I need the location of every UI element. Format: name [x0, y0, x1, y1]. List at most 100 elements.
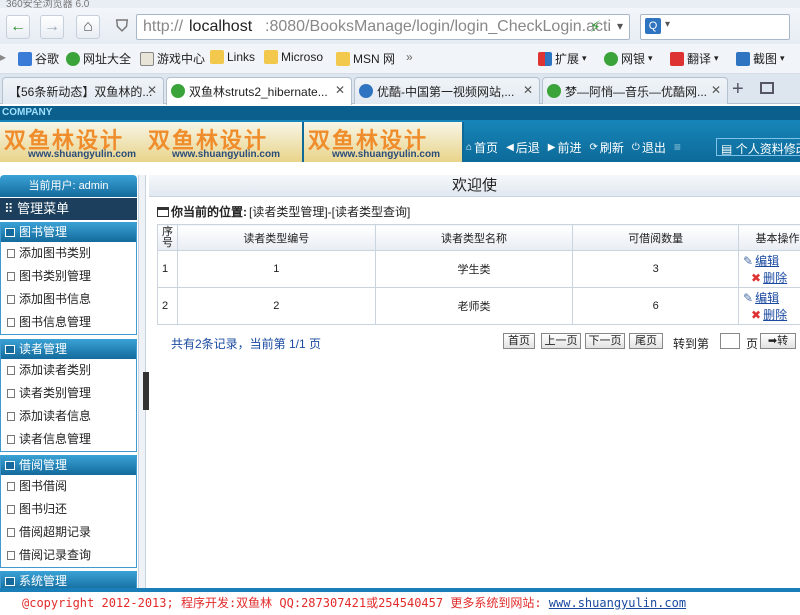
- record-summary: 共有2条记录，当前第 1/1 页: [171, 337, 322, 351]
- favorites-toggle-icon[interactable]: ▸: [0, 50, 6, 64]
- menu-group-header-books[interactable]: 图书管理: [1, 222, 136, 242]
- lightning-icon[interactable]: ⚡: [590, 17, 601, 37]
- sidebar-item-add-book-category[interactable]: 添加图书类别: [1, 242, 136, 265]
- edit-link[interactable]: ✎ 编辑: [743, 252, 800, 269]
- breadcrumb-label: 你当前的位置:: [171, 205, 247, 219]
- sidebar-item-add-book-info[interactable]: 添加图书信息: [1, 288, 136, 311]
- edit-link[interactable]: ✎ 编辑: [743, 289, 800, 306]
- tab-struts-hibernate[interactable]: 双鱼林struts2_hibernate... ✕: [166, 77, 352, 105]
- search-input[interactable]: Q ▾: [640, 14, 790, 40]
- search-icon[interactable]: Q: [645, 18, 661, 34]
- tab-music[interactable]: 梦—阿悄—音乐—优酷网... ✕: [542, 77, 728, 104]
- favorite-microsoft[interactable]: Microso: [264, 50, 323, 64]
- first-page-button[interactable]: 首页: [503, 333, 535, 349]
- search-engine-chevron-icon[interactable]: ▾: [665, 19, 670, 30]
- sidebar-item-book-info-manage[interactable]: 图书信息管理: [1, 311, 136, 334]
- favorite-url-directory[interactable]: 网址大全: [66, 50, 131, 67]
- document-icon: [7, 272, 15, 281]
- screenshot-menu[interactable]: 截图 ▾: [736, 50, 785, 67]
- favorites-more[interactable]: »: [406, 50, 413, 64]
- favorite-links[interactable]: Links: [210, 50, 255, 64]
- tab-dynamic-news[interactable]: 【56条新动态】双鱼林的... ✕: [2, 77, 164, 104]
- favorites-bar: ▸ 谷歌 网址大全 游戏中心 Links Microso MSN 网 » 扩展 ▾…: [0, 44, 800, 74]
- document-icon: [7, 318, 15, 327]
- last-page-button[interactable]: 尾页: [629, 333, 663, 349]
- sidebar-item-borrow-book[interactable]: 图书借阅: [1, 475, 136, 498]
- document-icon: [7, 295, 15, 304]
- nav-refresh-button[interactable]: ⟳ 刷新: [590, 139, 624, 156]
- home-icon: ⌂: [83, 18, 93, 35]
- online-banking-menu[interactable]: 网银 ▾: [604, 50, 653, 67]
- delete-link[interactable]: ✖ 删除: [743, 269, 800, 286]
- cell-operations: ✎ 编辑 ✖ 删除: [738, 250, 800, 288]
- shield-icon: ⛉: [115, 18, 128, 35]
- forward-arrow-icon: →: [44, 18, 60, 35]
- folder-icon: [5, 576, 15, 586]
- cell-no: 1: [157, 250, 178, 288]
- menu-group-readers: 读者管理 添加读者类别 读者类别管理 添加读者信息 读者信息管理: [0, 339, 137, 452]
- menu-group-header-system[interactable]: 系统管理: [1, 571, 136, 588]
- logo-banner-2: 双鱼林设计 www.shuangyulin.com: [144, 122, 304, 162]
- company-banner: COMPANY: [0, 106, 800, 120]
- nav-exit-button[interactable]: ⏻ 退出: [632, 139, 666, 156]
- breadcrumb-path: [读者类型管理]-[读者类型查询]: [249, 205, 411, 219]
- google-icon: [18, 51, 32, 66]
- app-header: COMPANY 双鱼林设计 www.shuangyulin.com 双鱼林设计 …: [0, 106, 800, 162]
- sidebar-item-reader-info-manage[interactable]: 读者信息管理: [1, 428, 136, 451]
- sidebar-item-add-reader-info[interactable]: 添加读者信息: [1, 405, 136, 428]
- restore-tabs-icon[interactable]: [760, 82, 774, 94]
- nav-home-button[interactable]: ⌂ 首页: [466, 139, 498, 156]
- security-shield-button[interactable]: ⛉: [110, 15, 134, 39]
- home-button[interactable]: ⌂: [76, 15, 100, 39]
- next-page-button[interactable]: 下一页: [585, 333, 625, 349]
- forward-button[interactable]: →: [40, 15, 64, 39]
- forward-icon: ▶: [547, 141, 556, 153]
- url-input[interactable]: http:// localhost :8080/BooksManage/logi…: [136, 14, 630, 40]
- new-tab-button[interactable]: +: [732, 78, 744, 101]
- chevron-down-icon: ▾: [780, 53, 785, 63]
- sidebar-item-add-reader-category[interactable]: 添加读者类别: [1, 359, 136, 382]
- chevron-down-icon[interactable]: ▾: [617, 19, 623, 33]
- nav-back-button[interactable]: ◀ 后退: [506, 139, 540, 156]
- document-icon: [7, 412, 15, 421]
- favorite-msn[interactable]: MSN 网: [336, 50, 395, 67]
- profile-edit-button[interactable]: ▤ 个人资料修改: [716, 138, 800, 156]
- close-tab-icon[interactable]: ✕: [523, 83, 533, 97]
- address-bar: ← → ⌂ ⛉ http:// localhost :8080/BooksMan…: [0, 8, 800, 44]
- nav-forward-button[interactable]: ▶ 前进: [548, 139, 582, 156]
- table-icon: [157, 207, 169, 217]
- translate-menu[interactable]: 翻译 ▾: [670, 50, 719, 67]
- document-icon: [7, 528, 15, 537]
- extensions-icon: [538, 51, 552, 66]
- menu-lines-icon: ≡: [673, 140, 681, 154]
- close-tab-icon[interactable]: ✕: [711, 83, 721, 97]
- goto-button[interactable]: ➡转: [760, 333, 796, 349]
- favorite-game-center[interactable]: 游戏中心: [140, 50, 205, 67]
- tab-youku[interactable]: 优酷-中国第一视频网站,... ✕: [354, 77, 540, 104]
- bank-shield-icon: [604, 51, 618, 66]
- back-icon: ◀: [506, 141, 514, 153]
- sidebar-item-return-book[interactable]: 图书归还: [1, 498, 136, 521]
- back-button[interactable]: ←: [6, 15, 30, 39]
- extensions-menu[interactable]: 扩展 ▾: [538, 50, 587, 67]
- document-icon: [7, 389, 15, 398]
- menu-group-header-borrow[interactable]: 借阅管理: [1, 455, 136, 475]
- column-header-type-code: 读者类型编号: [176, 224, 376, 251]
- close-tab-icon[interactable]: ✕: [335, 83, 345, 97]
- menu-group-header-readers[interactable]: 读者管理: [1, 339, 136, 359]
- sidebar-item-overdue-records[interactable]: 借阅超期记录: [1, 521, 136, 544]
- goto-page-input[interactable]: [720, 333, 740, 349]
- sidebar-item-book-category-manage[interactable]: 图书类别管理: [1, 265, 136, 288]
- translate-icon: [670, 51, 684, 66]
- footer-site-link[interactable]: www.shuangyulin.com: [549, 596, 686, 610]
- menu-group-books: 图书管理 添加图书类别 图书类别管理 添加图书信息 图书信息管理: [0, 222, 137, 335]
- prev-page-button[interactable]: 上一页: [541, 333, 581, 349]
- sidebar-item-reader-category-manage[interactable]: 读者类别管理: [1, 382, 136, 405]
- close-tab-icon[interactable]: ✕: [147, 83, 157, 97]
- sidebar-item-borrow-record-query[interactable]: 借阅记录查询: [1, 544, 136, 567]
- top-nav: ⌂ 首页 ◀ 后退 ▶ 前进 ⟳ 刷新 ⏻ 退出 ≡: [466, 138, 681, 156]
- ie-icon: [66, 51, 80, 66]
- delete-link[interactable]: ✖ 删除: [743, 306, 800, 323]
- favorite-google[interactable]: 谷歌: [18, 50, 59, 67]
- page-icon: [140, 51, 154, 66]
